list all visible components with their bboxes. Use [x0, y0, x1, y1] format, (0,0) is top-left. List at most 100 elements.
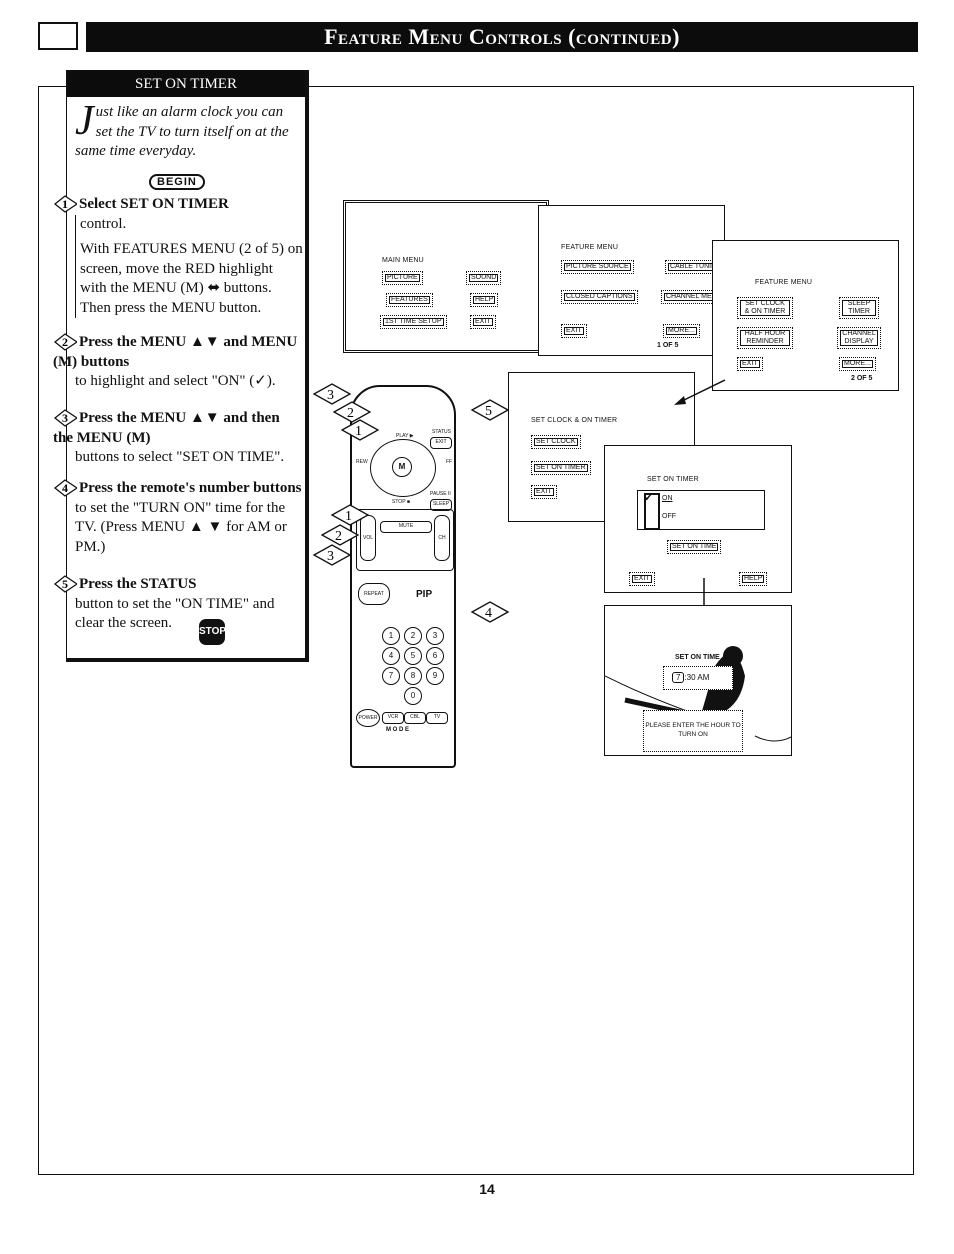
remote-label: STOP ■	[392, 499, 410, 505]
dropcap: J	[75, 98, 94, 144]
checkmark-icon: ✔	[644, 493, 653, 504]
step-text: control.	[80, 215, 127, 232]
instruction-panel: SET ON TIMER Just like an alarm clock yo…	[53, 70, 309, 662]
header-square	[38, 22, 78, 50]
step-4: 4 Press the remote's number buttons to se…	[53, 478, 303, 557]
svg-text:1: 1	[62, 197, 68, 211]
arrow-icon	[674, 379, 726, 405]
step-diamond-icon: 2	[53, 332, 77, 351]
step-diamond-icon: 1	[53, 194, 77, 213]
number-button-8[interactable]: 8	[404, 667, 422, 685]
step-text: to set the "TURN ON" time for the TV. (P…	[75, 499, 287, 555]
step-head: Press the MENU ▲▼ and then the MENU (M)	[53, 410, 280, 446]
menu-button-exit[interactable]: EXIT	[470, 315, 496, 329]
tv-mode-button[interactable]: TV	[426, 712, 448, 724]
menu-button[interactable]: MORE...	[663, 324, 700, 338]
svg-text:3: 3	[327, 549, 334, 564]
step-callout-1: 1	[340, 419, 380, 441]
step-3: 3 Press the MENU ▲▼ and then the MENU (M)…	[53, 408, 303, 468]
screen-title: SET ON TIMER	[647, 476, 699, 483]
remote-label: FF	[446, 459, 453, 465]
step-head: Select SET ON TIMER	[79, 196, 229, 212]
remote-label: REW	[356, 459, 368, 465]
menu-button[interactable]: MORE...	[839, 357, 876, 371]
svg-text:3: 3	[62, 411, 68, 425]
feature-menu-2-screen: FEATURE MENU SET CLOCK & ON TIMER SLEEP …	[712, 240, 899, 391]
step-body: control. With FEATURES MENU (2 of 5) on s…	[75, 214, 303, 318]
svg-text:1: 1	[345, 509, 352, 524]
step-callout-5: 5	[470, 399, 510, 421]
menu-button-set-clock-on-timer[interactable]: SET CLOCK & ON TIMER	[737, 297, 793, 319]
menu-button-help[interactable]: HELP	[739, 572, 768, 586]
hour-field[interactable]: 7	[672, 672, 685, 683]
begin-badge: BEGIN	[149, 174, 205, 190]
screen-title: SET CLOCK & ON TIMER	[531, 417, 618, 424]
option-on[interactable]: ON	[662, 495, 673, 502]
status-exit-button[interactable]: EXIT	[430, 437, 452, 449]
svg-text:1: 1	[355, 424, 362, 439]
step-text: button to set the "ON TIME" and clear th…	[75, 595, 275, 632]
option-off[interactable]: OFF	[662, 513, 676, 520]
page-title: Feature Menu Controls (continued)	[86, 22, 918, 52]
svg-text:2: 2	[335, 529, 342, 544]
prompt-message: PLEASE ENTER THE HOUR TO TURN ON	[643, 710, 743, 752]
menu-button-help[interactable]: HELP	[470, 293, 499, 307]
menu-button-set-on-timer[interactable]: SET ON TIMER	[531, 461, 591, 475]
step-callout-3: 3	[312, 544, 352, 566]
menu-button-set-clock[interactable]: SET CLOCK	[531, 435, 581, 449]
repeat-button[interactable]: REPEAT	[358, 583, 390, 605]
number-button-9[interactable]: 9	[426, 667, 444, 685]
number-button-1[interactable]: 1	[382, 627, 400, 645]
menu-button-sound[interactable]: SOUND	[466, 271, 502, 285]
menu-button[interactable]: CLOSED CAPTIONS	[561, 290, 638, 304]
step-diamond-icon: 3	[53, 408, 77, 427]
screen-title: FEATURE MENU	[755, 279, 813, 286]
power-button[interactable]: POWER	[356, 709, 380, 727]
menu-button[interactable]: EXIT	[737, 357, 763, 371]
vcr-mode-button[interactable]: VCR	[382, 712, 404, 724]
svg-text:5: 5	[62, 577, 68, 591]
number-button-2[interactable]: 2	[404, 627, 422, 645]
menu-button[interactable]: PICTURE SOURCE	[561, 260, 634, 274]
set-on-time-screen: SET ON TIME 7:30 AM PLEASE ENTER THE HOU…	[604, 605, 792, 756]
menu-button[interactable]: CHANNEL DISPLAY	[837, 327, 881, 349]
channel-rocker[interactable]: CH	[434, 515, 450, 561]
step-text: to highlight and select "ON" (✓).	[75, 373, 276, 389]
panel-title: SET ON TIMER	[67, 71, 305, 97]
menu-button[interactable]: SLEEP TIMER	[839, 297, 879, 319]
number-button-7[interactable]: 7	[382, 667, 400, 685]
cbl-mode-button[interactable]: CBL	[404, 712, 426, 724]
mute-button[interactable]: MUTE	[380, 521, 432, 533]
step-callout-4: 4	[470, 601, 510, 623]
remote-label: PAUSE II	[430, 491, 451, 497]
time-entry[interactable]: 7:30 AM	[663, 666, 733, 690]
number-button-4[interactable]: 4	[382, 647, 400, 665]
number-button-5[interactable]: 5	[404, 647, 422, 665]
menu-button-exit[interactable]: EXIT	[629, 572, 655, 586]
minutes-ampm: :30 AM	[684, 673, 710, 682]
step-head: Press the STATUS	[79, 576, 197, 592]
step-diamond-icon: 4	[53, 478, 77, 497]
menu-button-picture[interactable]: PICTURE	[382, 271, 423, 285]
stop-sign-icon: STOP	[199, 619, 226, 645]
menu-m-button[interactable]: M	[392, 457, 412, 477]
step-1: 1 Select SET ON TIMER control. With FEATUR…	[53, 194, 303, 318]
menu-button-features[interactable]: FEATURES	[386, 293, 433, 307]
step-text-2: With FEATURES MENU (2 of 5) on screen, m…	[80, 241, 303, 316]
menu-button-exit[interactable]: EXIT	[531, 485, 557, 499]
page-indicator: 2 OF 5	[851, 375, 873, 382]
menu-button-set-on-time[interactable]: SET ON TIME	[667, 540, 722, 554]
number-button-3[interactable]: 3	[426, 627, 444, 645]
remote-control: PLAY ▶ STATUS EXIT REW FF M PAUSE II STO…	[350, 385, 456, 768]
menu-button[interactable]: HALF HOUR REMINDER	[737, 327, 793, 349]
step-5: 5 Press the STATUS button to set the "ON …	[53, 574, 303, 634]
number-button-6[interactable]: 6	[426, 647, 444, 665]
step-text: buttons to select "SET ON TIME".	[75, 449, 285, 465]
svg-text:4: 4	[62, 481, 68, 495]
menu-button-first-time-setup[interactable]: 1ST TIME SETUP	[380, 315, 447, 329]
check-column: ✔	[644, 493, 660, 530]
number-button-0[interactable]: 0	[404, 687, 422, 705]
step-head: Press the MENU ▲▼ and MENU (M) buttons	[53, 334, 298, 370]
menu-button[interactable]: EXIT	[561, 324, 587, 338]
screen-title: MAIN MENU	[382, 257, 424, 264]
